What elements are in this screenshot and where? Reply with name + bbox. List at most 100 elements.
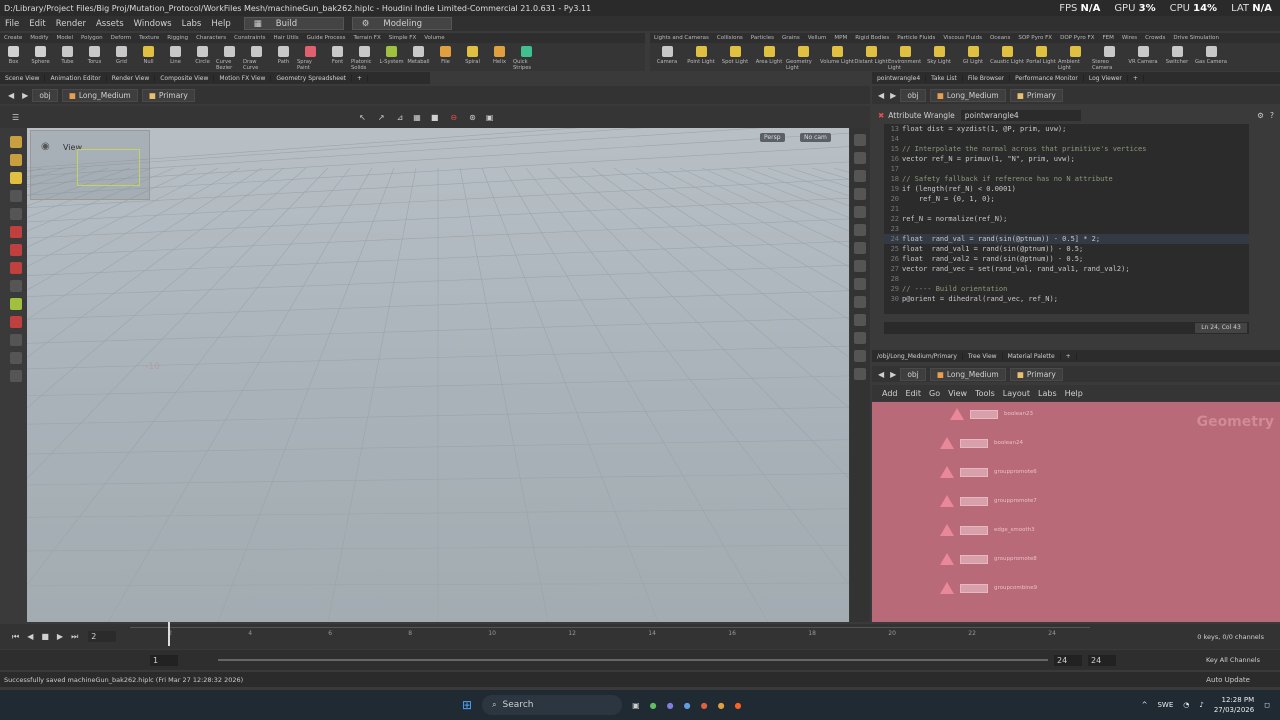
auto-update-button[interactable]: Auto Update <box>1206 676 1250 684</box>
volume-icon[interactable]: ♪ <box>1199 701 1203 709</box>
shelf-tool-button[interactable]: Environment Light <box>888 43 922 71</box>
back-icon[interactable]: ◀ <box>878 91 884 100</box>
code-line[interactable]: 22 ref_N = normalize(ref_N); <box>884 214 1249 224</box>
tab-tree-view[interactable]: Tree View <box>963 352 1003 360</box>
shelf-tab[interactable]: Create <box>0 35 26 41</box>
tab-performance-monitor[interactable]: Performance Monitor <box>1010 74 1084 82</box>
view-overlay[interactable]: ◉ View <box>30 130 150 200</box>
step-back-icon[interactable]: ◀ <box>27 632 33 641</box>
menu-icon[interactable]: ☰ <box>12 113 19 122</box>
back-icon[interactable]: ◀ <box>8 91 14 100</box>
playhead[interactable] <box>168 621 171 646</box>
play-icon[interactable]: ▶ <box>57 632 63 641</box>
code-line[interactable]: 28 <box>884 274 1249 284</box>
tab-geometry-spreadsheet[interactable]: Geometry Spreadsheet <box>271 74 352 82</box>
shelf-tab[interactable]: Hair Utils <box>270 35 303 41</box>
windows-start-icon[interactable]: ⊞ <box>462 698 472 712</box>
tab-log-viewer[interactable]: Log Viewer <box>1084 74 1128 82</box>
shelf-tab[interactable]: Simple FX <box>385 35 420 41</box>
tab-take-list[interactable]: Take List <box>926 74 963 82</box>
shelf-tool-button[interactable]: Sphere <box>27 43 54 71</box>
shelf-tool-button[interactable]: Sky Light <box>922 43 956 71</box>
display-option-icon[interactable] <box>854 260 866 272</box>
shelf-tab[interactable]: Lights and Cameras <box>650 35 713 41</box>
menu-assets[interactable]: Assets <box>91 19 129 29</box>
range-slider[interactable] <box>218 659 1048 661</box>
shelf-tool-button[interactable]: Caustic Light <box>990 43 1024 71</box>
add-tab-icon[interactable]: + <box>1061 352 1077 360</box>
shelf-tool-button[interactable]: Draw Curve <box>243 43 270 71</box>
shelf-tool-button[interactable]: GI Light <box>956 43 990 71</box>
shelf-tab[interactable]: Guide Process <box>303 35 350 41</box>
display-option-icon[interactable] <box>854 296 866 308</box>
tool-icon[interactable] <box>10 316 22 328</box>
tool-icon[interactable] <box>10 226 22 238</box>
net-menu-view[interactable]: View <box>944 389 971 398</box>
clock[interactable]: 12:28 PM 27/03/2026 <box>1214 695 1254 715</box>
code-line[interactable]: 27 vector rand_vec = set(rand_val, rand_v… <box>884 264 1249 274</box>
shelf-tab[interactable]: FEM <box>1098 35 1117 41</box>
persp-menu[interactable]: Persp <box>760 133 785 142</box>
shelf-tab[interactable]: Particles <box>747 35 778 41</box>
tool-icon[interactable] <box>10 352 22 364</box>
shelf-tool-button[interactable]: Line <box>162 43 189 71</box>
timeline-track[interactable]: 24681012141618202224 <box>130 621 1091 647</box>
shelf-tool-button[interactable]: Spray Paint <box>297 43 324 71</box>
network-node[interactable]: grouppromote7 <box>940 495 1037 507</box>
node-body[interactable] <box>960 496 988 506</box>
tab-animation-editor[interactable]: Animation Editor <box>45 74 107 82</box>
code-line[interactable]: 13 float dist = xyzdist(1, @P, prim, uvw)… <box>884 124 1249 134</box>
shelf-tool-button[interactable]: Camera <box>650 43 684 71</box>
display-option-icon[interactable] <box>854 332 866 344</box>
houdini-icon[interactable]: ● <box>735 701 742 710</box>
tab-material-palette[interactable]: Material Palette <box>1003 352 1061 360</box>
taskbar-app-icon[interactable]: ▣ <box>632 701 640 710</box>
add-tab-icon[interactable]: + <box>1128 74 1144 82</box>
shelf-tool-button[interactable]: Metaball <box>405 43 432 71</box>
forward-icon[interactable]: ▶ <box>890 91 896 100</box>
snap-icon[interactable]: ⊿ <box>397 113 404 122</box>
vex-code-editor[interactable]: 13 float dist = xyzdist(1, @P, prim, uvw)… <box>884 124 1249 314</box>
path-obj[interactable]: obj <box>900 367 926 381</box>
back-icon[interactable]: ◀ <box>878 370 884 379</box>
help-icon[interactable]: ? <box>1270 111 1274 120</box>
code-line[interactable]: 14 <box>884 134 1249 144</box>
start-field[interactable]: 1 <box>150 654 178 666</box>
last-frame-icon[interactable]: ⏭ <box>71 632 78 642</box>
display-option-icon[interactable] <box>854 224 866 236</box>
tool-icon[interactable] <box>10 370 22 382</box>
code-line[interactable]: 30 p@orient = dihedral(rand_vec, ref_N); <box>884 294 1249 304</box>
display-icon[interactable]: ▣ <box>486 113 494 122</box>
node-body[interactable] <box>970 409 998 419</box>
node-body[interactable] <box>960 467 988 477</box>
shelf-tool-button[interactable]: Ambient Light <box>1058 43 1092 71</box>
camera-menu[interactable]: No cam <box>800 133 831 142</box>
shelf-tool-button[interactable]: Helix <box>486 43 513 71</box>
net-menu-edit[interactable]: Edit <box>902 389 926 398</box>
path-sub[interactable]: ■ Primary <box>141 88 195 102</box>
code-line[interactable]: 24 float rand_val = rand(sin(@ptnum)) - 0… <box>884 234 1249 244</box>
shelf-tool-button[interactable]: Portal Light <box>1024 43 1058 71</box>
tab-render-view[interactable]: Render View <box>107 74 156 82</box>
shelf-tool-button[interactable]: Box <box>0 43 27 71</box>
language-indicator[interactable]: SWE <box>1157 701 1173 709</box>
node-name-field[interactable]: pointwrangle4 <box>960 110 1081 121</box>
shelf-tab[interactable]: Polygon <box>77 35 107 41</box>
shelf-tool-button[interactable]: Null <box>135 43 162 71</box>
tool-icon[interactable] <box>10 136 22 148</box>
code-line[interactable]: 15// Interpolate the normal across that … <box>884 144 1249 154</box>
wifi-icon[interactable]: ◔ <box>1183 701 1189 709</box>
network-node[interactable]: groupcombine9 <box>940 582 1037 594</box>
menu-file[interactable]: File <box>0 19 24 29</box>
shelf-tool-button[interactable]: Torus <box>81 43 108 71</box>
network-node[interactable]: grouppromote8 <box>940 553 1037 565</box>
menu-edit[interactable]: Edit <box>24 19 50 29</box>
shelf-tab[interactable]: Terrain FX <box>349 35 384 41</box>
shelf-tab[interactable]: DOP Pyro FX <box>1056 35 1098 41</box>
path-node[interactable]: ■ Long_Medium <box>61 88 138 102</box>
shelf-tab[interactable]: Modify <box>26 35 52 41</box>
display-option-icon[interactable] <box>854 314 866 326</box>
display-option-icon[interactable] <box>854 350 866 362</box>
net-menu-layout[interactable]: Layout <box>999 389 1034 398</box>
shelf-tool-button[interactable]: Gas Camera <box>1194 43 1228 71</box>
